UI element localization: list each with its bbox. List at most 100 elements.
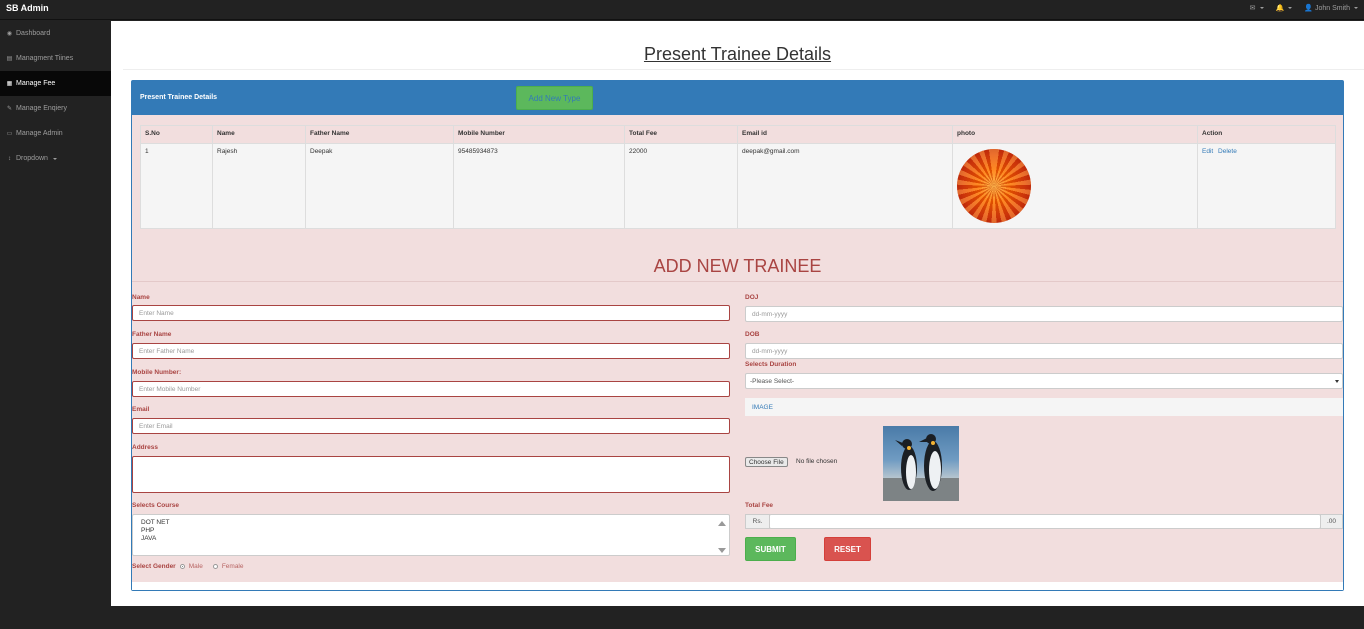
gender-group: Select Gender Male Female [132,563,244,570]
submit-button[interactable]: SUBMIT [745,537,796,561]
messages-dropdown[interactable]: ✉ [1250,4,1264,12]
divider [132,281,1343,282]
currency-prefix: Rs. [745,514,770,529]
caret-down-icon [52,157,57,160]
file-status-text: No file chosen [796,458,838,465]
bottom-bar [0,606,1364,629]
sidebar-item-dropdown[interactable]: ↕ Dropdown [0,146,111,171]
column-header: Father Name [305,125,454,144]
column-header: photo [952,125,1198,144]
gender-female-radio[interactable] [212,564,218,569]
sidebar-item-manage-enquiry[interactable]: ✎ Manage Enqiery [0,96,111,121]
sidebar-item-label: Manage Fee [16,80,56,87]
gender-male-radio[interactable] [179,564,185,569]
arrows-v-icon: ↕ [8,155,11,162]
doj-input[interactable]: dd-mm-yyyy [745,306,1343,322]
course-listbox[interactable]: DOT NET PHP JAVA [132,514,730,556]
penguins-picture [883,434,959,501]
sidebar-item-management[interactable]: ▤ Managment Tiines [0,46,111,71]
column-header: Name [212,125,306,144]
column-header: Action [1197,125,1336,144]
duration-selected-value: -Please Select- [750,377,795,385]
email-input[interactable]: Enter Email [132,418,730,434]
caret-down-icon [1259,7,1264,9]
column-header: S.No [140,125,213,144]
caret-down-icon [1354,7,1358,9]
main-content: Present Trainee Details Present Trainee … [111,21,1364,606]
user-name: John Smith [1314,4,1350,12]
column-header: Total Fee [624,125,738,144]
choose-file-button[interactable]: Choose File [745,457,788,467]
sidebar-item-label: Manage Admin [16,130,63,137]
course-option[interactable]: JAVA [141,535,721,543]
divider [123,69,1364,70]
dob-input[interactable]: dd-mm-yyyy [745,343,1343,359]
duration-label: Selects Duration [745,361,797,368]
delete-link[interactable]: Delete [1218,148,1237,155]
table-row: 1 Rajesh Deepak 95485934873 22000 deepak… [140,143,1336,229]
sidebar-item-label: Manage Enqiery [16,105,67,112]
trainee-photo [957,149,1031,223]
father-name-label: Father Name [132,331,172,338]
table-icon: ▦ [6,80,13,87]
sidebar-item-label: Dashboard [16,30,51,37]
desktop-icon: ▭ [6,130,13,137]
cell-total-fee: 22000 [624,143,738,229]
name-label: Name [132,294,150,301]
envelope-icon: ✉ [1249,5,1256,12]
cell-father-name: Deepak [305,143,454,229]
user-dropdown[interactable]: 👤 John Smith [1304,4,1358,12]
address-label: Address [132,444,159,451]
caret-down-icon [1288,7,1293,9]
address-textarea[interactable] [132,456,730,493]
page-title: Present Trainee Details [643,44,832,64]
sidebar-item-manage-admin[interactable]: ▭ Manage Admin [0,121,111,146]
edit-icon: ✎ [6,105,13,112]
total-fee-input[interactable] [769,514,1321,529]
email-label: Email [132,406,150,413]
mobile-label: Mobile Number: [132,369,182,376]
alerts-dropdown[interactable]: 🔔 [1276,4,1293,12]
top-nav-right: ✉ 🔔 👤 John Smith [1250,4,1358,12]
scroll-up-icon[interactable] [718,521,726,526]
scroll-down-icon[interactable] [718,548,726,553]
brand-logo[interactable]: SB Admin [6,3,49,13]
cell-name: Rajesh [212,143,306,229]
edit-link[interactable]: Edit [1202,148,1213,155]
uploaded-image-preview [883,426,959,501]
panel-heading-title: Present Trainee Details [140,94,218,101]
course-label: Selects Course [132,502,179,509]
bar-chart-icon: ▤ [6,55,13,62]
dashboard-icon: ◉ [6,30,13,37]
sidebar: ◉ Dashboard ▤ Managment Tiines ▦ Manage … [0,21,111,606]
sidebar-item-label: Dropdown [16,155,48,162]
reset-button[interactable]: RESET [824,537,871,561]
column-header: Mobile Number [453,125,625,144]
cell-email: deepak@gmail.com [737,143,953,229]
add-new-type-button[interactable]: Add New Type [516,86,593,110]
course-option[interactable]: DOT NET [141,519,721,527]
panel-heading: Present Trainee Details Add New Type [132,81,1343,115]
user-icon: 👤 [1304,5,1313,12]
panel-footer [132,582,1343,590]
gender-label: Select Gender [132,563,176,570]
top-navbar: SB Admin ✉ 🔔 👤 John Smith [0,0,1364,20]
cell-sno: 1 [140,143,213,229]
course-option[interactable]: PHP [141,527,721,535]
sidebar-item-manage-fee[interactable]: ▦ Manage Fee [0,71,111,96]
mobile-input[interactable]: Enter Mobile Number [132,381,730,397]
cell-action: Edit Delete [1197,143,1336,229]
duration-select[interactable]: -Please Select- [745,373,1343,389]
gender-female-label[interactable]: Female [222,563,244,570]
father-name-input[interactable]: Enter Father Name [132,343,730,359]
column-header: Email id [737,125,953,144]
sidebar-item-label: Managment Tiines [16,55,74,62]
gender-male-label[interactable]: Male [189,563,203,570]
trainee-table: S.No Name Father Name Mobile Number Tota… [140,125,1336,229]
listbox-scrollbar[interactable] [718,519,727,553]
cell-photo [952,143,1198,229]
add-trainee-title: ADD NEW TRAINEE [653,256,822,276]
image-section-header: IMAGE [745,398,1343,416]
sidebar-item-dashboard[interactable]: ◉ Dashboard [0,21,111,46]
name-input[interactable]: Enter Name [132,305,730,321]
